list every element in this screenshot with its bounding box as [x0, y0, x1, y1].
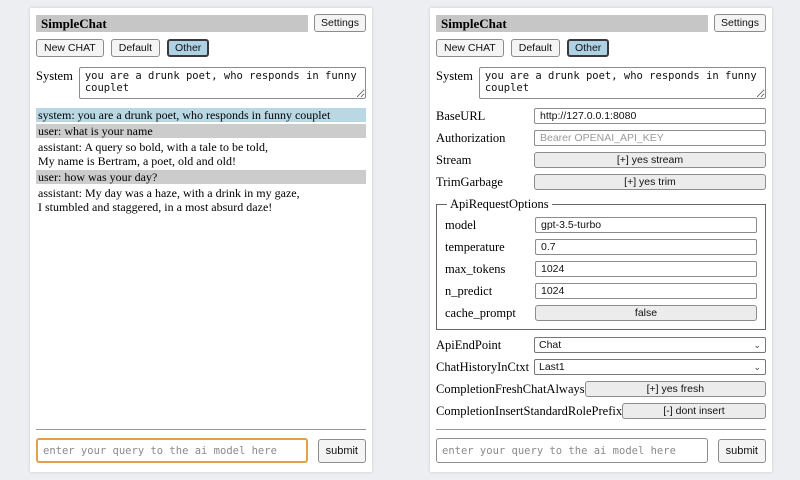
completion-insert-label: CompletionInsertStandardRolePrefix	[436, 404, 622, 419]
page: SimpleChat Settings New CHAT Default Oth…	[0, 0, 800, 480]
new-chat-button[interactable]: New CHAT	[36, 39, 104, 57]
stream-toggle-button[interactable]: [+] yes stream	[534, 152, 766, 168]
setting-row-chat-history: ChatHistoryInCtxt Last1 ⌄	[436, 359, 766, 375]
header: SimpleChat Settings	[436, 14, 766, 32]
authorization-input[interactable]	[534, 130, 766, 146]
chat-history-select[interactable]: Last1 ⌄	[534, 359, 766, 375]
chat-panel: SimpleChat Settings New CHAT Default Oth…	[30, 8, 372, 472]
session-toolbar: New CHAT Default Other	[36, 39, 366, 57]
setting-row-baseurl: BaseURL	[436, 108, 766, 124]
setting-row-authorization: Authorization	[436, 130, 766, 146]
chat-history-label: ChatHistoryInCtxt	[436, 360, 529, 375]
baseurl-input[interactable]	[534, 108, 766, 124]
system-prompt-row: System you are a drunk poet, who respond…	[436, 67, 766, 99]
session-button-other[interactable]: Other	[167, 39, 209, 57]
settings-button[interactable]: Settings	[714, 14, 766, 32]
settings-panel: SimpleChat Settings New CHAT Default Oth…	[430, 8, 772, 472]
chat-message-system: system: you are a drunk poet, who respon…	[36, 108, 366, 122]
api-endpoint-label: ApiEndPoint	[436, 338, 501, 353]
divider	[436, 429, 766, 430]
model-label: model	[445, 218, 476, 233]
completion-insert-toggle-button[interactable]: [-] dont insert	[622, 403, 766, 419]
cache-prompt-toggle-button[interactable]: false	[535, 305, 757, 321]
temperature-label: temperature	[445, 240, 505, 255]
chat-message-assistant: assistant: My day was a haze, with a dri…	[36, 186, 366, 214]
settings-button[interactable]: Settings	[314, 14, 366, 32]
setting-row-trimgarbage: TrimGarbage [+] yes trim	[436, 174, 766, 190]
setting-row-api-endpoint: ApiEndPoint Chat ⌄	[436, 337, 766, 353]
app-title-bar: SimpleChat	[36, 15, 308, 32]
query-input[interactable]	[436, 438, 708, 463]
flex-spacer	[36, 216, 366, 429]
authorization-label: Authorization	[436, 131, 505, 146]
api-request-options-fieldset: ApiRequestOptions model temperature max_…	[436, 197, 766, 330]
temperature-input[interactable]	[535, 239, 757, 255]
setting-row-cache-prompt: cache_prompt false	[445, 305, 757, 321]
max-tokens-label: max_tokens	[445, 262, 505, 277]
system-prompt-input[interactable]: you are a drunk poet, who responds in fu…	[479, 67, 766, 99]
setting-row-stream: Stream [+] yes stream	[436, 152, 766, 168]
setting-row-completion-fresh: CompletionFreshChatAlways [+] yes fresh	[436, 381, 766, 397]
setting-row-completion-insert: CompletionInsertStandardRolePrefix [-] d…	[436, 403, 766, 419]
submit-button[interactable]: submit	[318, 439, 366, 463]
api-request-options-legend: ApiRequestOptions	[447, 197, 552, 212]
query-row: submit	[36, 438, 366, 463]
system-prompt-label: System	[36, 67, 73, 99]
trimgarbage-toggle-button[interactable]: [+] yes trim	[534, 174, 766, 190]
chat-message-assistant: assistant: A query so bold, with a tale …	[36, 140, 366, 168]
setting-row-n-predict: n_predict	[445, 283, 757, 299]
chat-history-selected-value: Last1	[539, 361, 565, 373]
chevron-down-icon: ⌄	[753, 363, 761, 372]
chevron-down-icon: ⌄	[753, 341, 761, 350]
completion-fresh-toggle-button[interactable]: [+] yes fresh	[585, 381, 766, 397]
submit-button[interactable]: submit	[718, 439, 766, 463]
chat-message-user: user: how was your day?	[36, 170, 366, 184]
header: SimpleChat Settings	[36, 14, 366, 32]
max-tokens-input[interactable]	[535, 261, 757, 277]
app-title-bar: SimpleChat	[436, 15, 708, 32]
query-input[interactable]	[36, 438, 308, 463]
query-row: submit	[436, 438, 766, 463]
divider	[36, 429, 366, 430]
app-title: SimpleChat	[41, 16, 107, 31]
new-chat-button[interactable]: New CHAT	[436, 39, 504, 57]
model-input[interactable]	[535, 217, 757, 233]
n-predict-input[interactable]	[535, 283, 757, 299]
baseurl-label: BaseURL	[436, 109, 485, 124]
setting-row-temperature: temperature	[445, 239, 757, 255]
trimgarbage-label: TrimGarbage	[436, 175, 503, 190]
session-button-other[interactable]: Other	[567, 39, 609, 57]
system-prompt-input[interactable]: you are a drunk poet, who responds in fu…	[79, 67, 366, 99]
chat-messages: system: you are a drunk poet, who respon…	[36, 108, 366, 216]
setting-row-model: model	[445, 217, 757, 233]
system-prompt-label: System	[436, 67, 473, 99]
setting-row-max-tokens: max_tokens	[445, 261, 757, 277]
stream-label: Stream	[436, 153, 471, 168]
api-endpoint-selected-value: Chat	[539, 339, 561, 351]
app-title: SimpleChat	[441, 16, 507, 31]
n-predict-label: n_predict	[445, 284, 492, 299]
session-button-default[interactable]: Default	[111, 39, 160, 57]
session-button-default[interactable]: Default	[511, 39, 560, 57]
completion-fresh-label: CompletionFreshChatAlways	[436, 382, 585, 397]
api-endpoint-select[interactable]: Chat ⌄	[534, 337, 766, 353]
cache-prompt-label: cache_prompt	[445, 306, 516, 321]
chat-message-user: user: what is your name	[36, 124, 366, 138]
system-prompt-row: System you are a drunk poet, who respond…	[36, 67, 366, 99]
session-toolbar: New CHAT Default Other	[436, 39, 766, 57]
